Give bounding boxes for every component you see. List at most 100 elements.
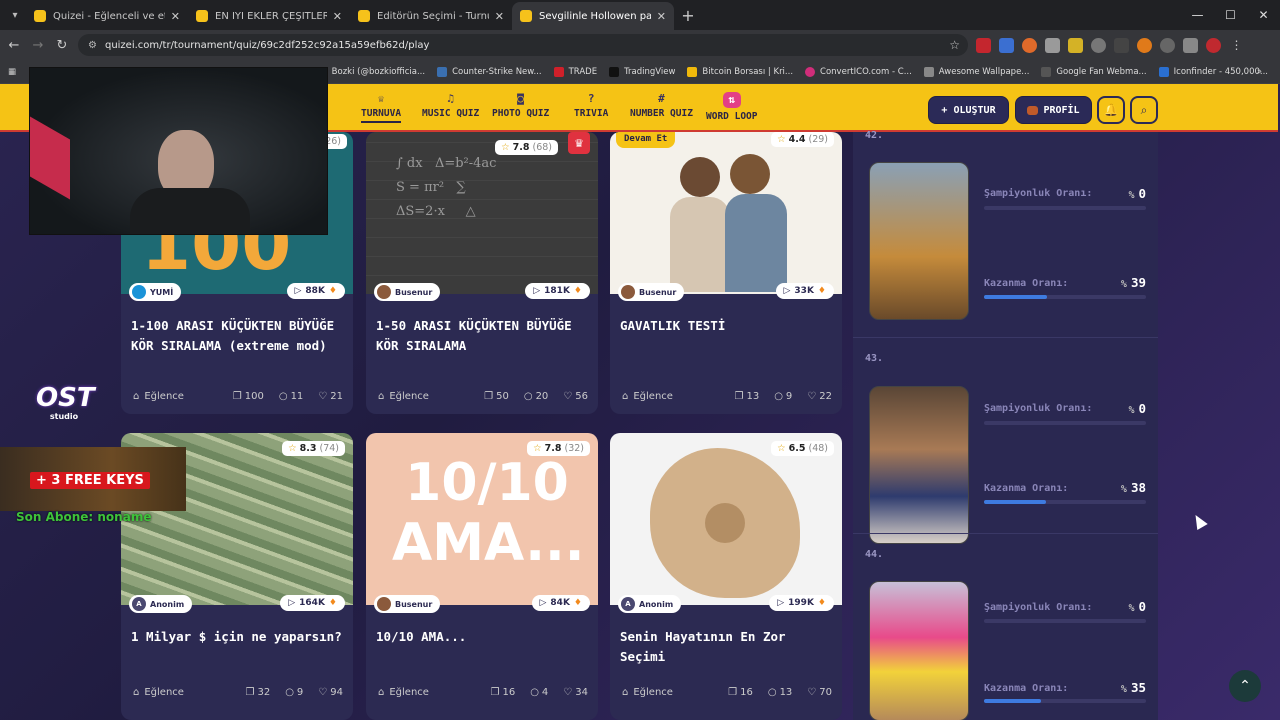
close-tab-icon[interactable]: ✕	[171, 10, 180, 23]
bookmark-item[interactable]: Awesome Wallpape...	[923, 66, 1029, 77]
scroll-to-top-button[interactable]: ⌃	[1229, 670, 1261, 702]
quiz-card[interactable]: 10/10 AMA... ☆ 7.8 (32) Busenur ▷ 84K ♦ 10/1…	[366, 433, 598, 720]
hash-icon: #	[658, 92, 665, 105]
percent-sign: %	[1120, 484, 1127, 495]
url-bar[interactable]: ⚙ quizei.com/tr/tournament/quiz/69c2df25…	[78, 34, 968, 56]
forward-icon[interactable]: →	[26, 38, 50, 53]
quiz-card[interactable]: Devam Et ☆ 4.4 (29) Busenur ▷ 33K ♦ GAVATLIK…	[610, 132, 842, 414]
star-icon: ☆	[533, 443, 542, 454]
author-chip[interactable]: Busenur	[374, 283, 441, 301]
browser-tab[interactable]: Quizei - Eğlenceli ve etkileşimli ✕	[26, 2, 188, 30]
extension-icon[interactable]	[976, 38, 991, 53]
author-chip[interactable]: A Anonim	[618, 595, 682, 613]
browser-tab-active[interactable]: Sevgilinle Hollowen partisine ka ✕	[512, 2, 674, 30]
bell-icon[interactable]: 🔔	[1097, 96, 1125, 124]
back-icon[interactable]: ←	[2, 38, 26, 53]
win-rate-value: % 38	[1121, 480, 1146, 495]
star-icon: ☆	[777, 443, 786, 454]
extension-icon[interactable]	[1068, 38, 1083, 53]
nav-music-quiz[interactable]: ♫ MUSIC QUIZ	[422, 92, 479, 119]
category: Eğlence	[144, 687, 184, 698]
contestant-image[interactable]	[869, 581, 969, 720]
card-title[interactable]: GAVATLIK TESTİ	[620, 316, 832, 336]
apps-grid-icon[interactable]: ▦	[8, 67, 16, 77]
extensions-puzzle-icon[interactable]	[1183, 38, 1198, 53]
bookmark-item[interactable]: Bitcoin Borsası | Kri...	[687, 66, 793, 77]
more-bookmarks-icon[interactable]: »	[1257, 67, 1262, 77]
close-tab-icon[interactable]: ✕	[657, 10, 666, 23]
extension-icon[interactable]	[1137, 38, 1152, 53]
contestant-image[interactable]	[869, 386, 969, 544]
kebab-menu-icon[interactable]: ⋮	[1229, 38, 1244, 53]
questions-value: 100	[244, 391, 264, 402]
extension-icon[interactable]	[1160, 38, 1175, 53]
bookmark-item[interactable]: TRADE	[553, 66, 597, 77]
questions-count: ❐ 100	[233, 391, 264, 402]
quiz-card[interactable]: ∫ dx Δ=b²-4ac S = πr² ∑ ΔS=2·x △ ☆ 7.8 (68) …	[366, 132, 598, 414]
close-tab-icon[interactable]: ✕	[495, 10, 504, 23]
fire-icon: ♦	[328, 286, 337, 296]
author-chip[interactable]: A Anonim	[129, 595, 193, 613]
profile-button[interactable]: PROFİL	[1015, 96, 1092, 124]
card-title[interactable]: Senin Hayatının En Zor Seçimi	[620, 627, 832, 667]
contestant-image[interactable]	[869, 162, 969, 320]
question-icon: ?	[587, 92, 595, 105]
reload-icon[interactable]: ↻	[50, 38, 74, 53]
card-title[interactable]: 1-50 ARASI KÜÇÜKTEN BÜYÜĞE KÖR SIRALAMA	[376, 316, 588, 356]
rating-value: 8.3	[299, 443, 317, 454]
extension-icon[interactable]	[999, 38, 1014, 53]
bookmark-item[interactable]: Google Fan Webma...	[1041, 66, 1147, 77]
nav-trivia[interactable]: ? TRIVIA	[574, 92, 608, 119]
tab-search-icon[interactable]: ▾	[4, 4, 26, 26]
nav-turnuva[interactable]: ♕ TURNUVA	[361, 92, 402, 123]
likes-value: 56	[575, 391, 588, 402]
nav-photo-quiz[interactable]: ◙ PHOTO QUIZ	[492, 92, 549, 119]
questions-count: ❐ 50	[484, 391, 509, 402]
search-icon[interactable]: ⌕	[1130, 96, 1158, 124]
bookmark-item[interactable]: Iconfinder - 450,000...	[1158, 66, 1268, 77]
extension-icon[interactable]	[1114, 38, 1129, 53]
rating-count: (48)	[808, 443, 828, 454]
extensions-area: ⋮	[976, 38, 1244, 53]
extension-icon[interactable]	[1022, 38, 1037, 53]
bookmark-star-icon[interactable]: ☆	[949, 38, 960, 52]
new-tab-icon[interactable]: +	[674, 6, 702, 25]
avatar	[621, 285, 635, 299]
nav-number-quiz[interactable]: # NUMBER QUIZ	[630, 92, 693, 119]
card-meta: ⌂ Eğlence ❐ 13 ○ 9 ♡ 22	[622, 391, 832, 402]
extension-icon[interactable]	[1045, 38, 1060, 53]
create-button[interactable]: + OLUŞTUR	[928, 96, 1009, 124]
browser-tab[interactable]: EN İYİ EKLER ÇEŞİTLERİ - Tier Li ✕	[188, 2, 350, 30]
trophy-icon: ♕	[377, 92, 385, 105]
author-chip[interactable]: Busenur	[374, 595, 441, 613]
card-title[interactable]: 1-100 ARASI KÜÇÜKTEN BÜYÜĞE KÖR SIRALAMA…	[131, 316, 343, 356]
thumb-text: 10/10 AMA...	[392, 453, 585, 573]
nav-word-loop[interactable]: ⇅ WORD LOOP	[706, 92, 757, 122]
close-tab-icon[interactable]: ✕	[333, 10, 342, 23]
author-chip[interactable]: YUMİ	[129, 283, 182, 301]
bookmark-item[interactable]: ConvertICO.com - C...	[805, 66, 912, 77]
author-name: Busenur	[395, 599, 433, 609]
author-chip[interactable]: Busenur	[618, 283, 685, 301]
bookmark-item[interactable]: Bozki (@bozkiofficia...	[316, 66, 425, 77]
close-window-icon[interactable]: ✕	[1247, 0, 1280, 30]
bookmark-item[interactable]: TradingView	[609, 66, 676, 77]
card-title[interactable]: 10/10 AMA...	[376, 627, 588, 647]
card-title[interactable]: 1 Milyar $ için ne yaparsın?	[131, 627, 343, 647]
bookmark-label: TradingView	[624, 66, 676, 77]
maximize-icon[interactable]: ☐	[1214, 0, 1247, 30]
continue-badge[interactable]: Devam Et	[616, 132, 676, 148]
quiz-card[interactable]: ☆ 6.5 (48) A Anonim ▷ 199K ♦ Senin Hayatının …	[610, 433, 842, 720]
rating-value: 7.8	[512, 142, 530, 153]
championship-rate-value: % 0	[1128, 599, 1146, 614]
bookmark-item[interactable]: Counter-Strike New...	[437, 66, 542, 77]
profile-avatar-icon[interactable]	[1206, 38, 1221, 53]
card-meta: ⌂ Eğlence ❐ 32 ○ 9 ♡ 94	[133, 687, 343, 698]
extension-icon[interactable]	[1091, 38, 1106, 53]
minimize-icon[interactable]: —	[1181, 0, 1214, 30]
plays-count: 88K	[305, 286, 325, 296]
browser-tab[interactable]: Editörün Seçimi - Turnuva - Qui ✕	[350, 2, 512, 30]
site-info-icon[interactable]: ⚙	[88, 40, 97, 51]
plays-badge: ▷ 84K ♦	[531, 595, 590, 611]
rating-count: (29)	[808, 134, 828, 145]
